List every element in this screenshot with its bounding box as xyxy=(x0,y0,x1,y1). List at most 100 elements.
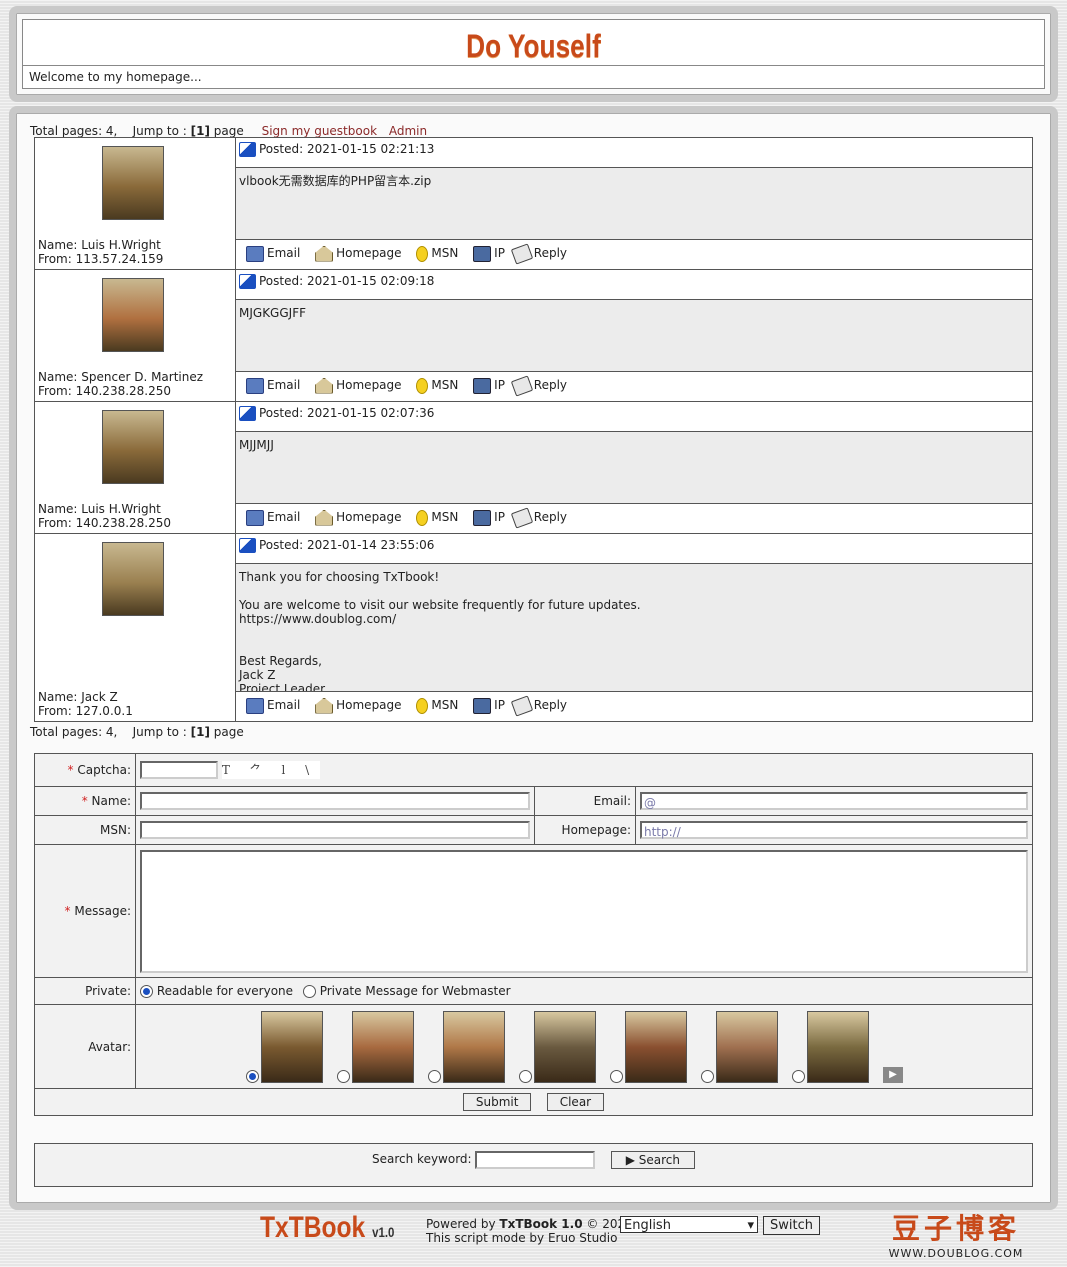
post-message: Thank you for choosing TxTbook! You are w… xyxy=(236,564,1032,691)
admin-link[interactable]: Admin xyxy=(389,124,427,138)
post-message: vlbook无需数据库的PHP留言本.zip xyxy=(236,168,1032,239)
footer: TxTBook v1.0 Powered by TxTBook 1.0 © 20… xyxy=(0,1205,1067,1265)
homepage-link[interactable]: Homepage xyxy=(315,504,402,530)
reply-icon xyxy=(510,374,533,397)
message-line xyxy=(239,640,1029,654)
email-icon xyxy=(246,377,264,394)
homepage-link[interactable]: Homepage xyxy=(315,692,402,718)
post-user-cell: Name: Spencer D. Martinez From: 140.238.… xyxy=(34,269,236,402)
reply-link[interactable]: Reply xyxy=(510,692,567,718)
avatar-choice-image[interactable] xyxy=(625,1010,687,1083)
private-webmaster-radio[interactable] xyxy=(302,985,316,998)
avatar-option[interactable] xyxy=(610,1010,687,1083)
clear-button[interactable]: Clear xyxy=(546,1093,605,1111)
msn-link[interactable]: MSN xyxy=(416,372,458,398)
name-input[interactable] xyxy=(140,792,530,810)
language-select[interactable]: English ▾ xyxy=(620,1216,758,1233)
post-actions: Email Homepage MSN IP Reply xyxy=(236,239,1032,269)
reply-link[interactable]: Reply xyxy=(510,372,567,398)
avatar-choice-image[interactable] xyxy=(352,1010,414,1083)
email-link[interactable]: Email xyxy=(246,692,300,718)
reply-link[interactable]: Reply xyxy=(510,240,567,266)
avatar-radio[interactable] xyxy=(246,1069,259,1083)
search-input[interactable] xyxy=(475,1150,596,1169)
post-user-cell: Name: Jack Z From: 127.0.0.1 xyxy=(34,533,236,722)
post-content-cell: Posted: 2021-01-15 02:09:18 MJGKGGJFF Em… xyxy=(235,269,1033,402)
avatar-radio[interactable] xyxy=(792,1069,805,1083)
avatar-option[interactable] xyxy=(428,1010,505,1083)
post-actions: Email Homepage MSN IP Reply xyxy=(236,371,1032,401)
email-label: Email: xyxy=(534,786,636,816)
post-actions: Email Homepage MSN IP Reply xyxy=(236,691,1032,721)
ip-link[interactable]: IP xyxy=(473,692,505,718)
email-link[interactable]: Email xyxy=(246,504,300,530)
avatar-radio[interactable] xyxy=(701,1069,714,1083)
msn-label: MSN: xyxy=(34,815,136,845)
avatar-option[interactable] xyxy=(519,1010,596,1083)
captcha-input[interactable] xyxy=(140,761,218,779)
current-page-link[interactable]: [1] xyxy=(191,124,210,138)
avatar-choice-image[interactable] xyxy=(261,1010,323,1083)
msn-link[interactable]: MSN xyxy=(416,504,458,530)
bulb-icon xyxy=(416,509,429,526)
post-user-cell: Name: Luis H.Wright From: 140.238.28.250 xyxy=(34,401,236,534)
homepage-link[interactable]: Homepage xyxy=(315,240,402,266)
current-page-link[interactable]: [1] xyxy=(191,725,210,739)
msn-link[interactable]: MSN xyxy=(416,240,458,266)
ip-link[interactable]: IP xyxy=(473,240,505,266)
user-from: From: 140.238.28.250 xyxy=(38,384,172,398)
switch-button[interactable]: Switch xyxy=(763,1216,820,1235)
reply-icon xyxy=(510,506,533,529)
email-input[interactable]: @ xyxy=(640,792,1028,810)
ip-link[interactable]: IP xyxy=(473,504,505,530)
ip-link[interactable]: IP xyxy=(473,372,505,398)
user-avatar xyxy=(102,278,164,352)
user-from: From: 113.57.24.159 xyxy=(38,252,164,266)
message-line: Best Regards, xyxy=(239,654,322,668)
welcome-text: Welcome to my homepage... xyxy=(23,65,1044,88)
homepage-link[interactable]: Homepage xyxy=(315,372,402,398)
avatar-option[interactable] xyxy=(246,1010,323,1083)
avatar-radio[interactable] xyxy=(610,1069,623,1083)
posts-table: Name: Luis H.Wright From: 113.57.24.159 … xyxy=(34,137,1033,722)
email-link[interactable]: Email xyxy=(246,372,300,398)
message-textarea[interactable] xyxy=(140,849,1028,973)
reply-link[interactable]: Reply xyxy=(510,504,567,530)
avatar-choice-image[interactable] xyxy=(716,1010,778,1083)
avatar-choice-image[interactable] xyxy=(443,1010,505,1083)
avatar-label: Avatar: xyxy=(34,1004,136,1089)
header-box: Do Youself Welcome to my homepage... xyxy=(22,19,1045,89)
captcha-label-cell: * Captcha: xyxy=(34,753,136,787)
email-link[interactable]: Email xyxy=(246,240,300,266)
post-header: Posted: 2021-01-15 02:09:18 xyxy=(236,270,1032,300)
avatar-option[interactable] xyxy=(701,1010,778,1083)
msn-input[interactable] xyxy=(140,821,530,839)
post-icon xyxy=(239,538,256,553)
bulb-icon xyxy=(416,697,429,714)
private-public-radio[interactable] xyxy=(140,985,153,998)
message-line: Jack Z xyxy=(239,668,276,682)
main-frame: Total pages: 4, Jump to : [1] page Sign … xyxy=(9,106,1058,1210)
post-date: Posted: 2021-01-15 02:09:18 xyxy=(259,274,435,288)
avatar-picker: ▶ xyxy=(135,1004,1033,1089)
avatar-radio[interactable] xyxy=(337,1069,350,1083)
search-button[interactable]: ▶ Search xyxy=(610,1150,695,1169)
submit-button[interactable]: Submit xyxy=(462,1093,532,1111)
avatar-option[interactable] xyxy=(337,1010,414,1083)
captcha-image[interactable]: T ⺈ l \ xyxy=(221,761,320,779)
post-date: Posted: 2021-01-15 02:21:13 xyxy=(259,142,435,156)
message-line: You are welcome to visit our website fre… xyxy=(239,598,641,612)
jump-to-label: Jump to : xyxy=(132,124,187,138)
homepage-input[interactable]: http:// xyxy=(640,821,1028,839)
avatar-radio[interactable] xyxy=(428,1069,441,1083)
avatar-choice-image[interactable] xyxy=(534,1010,596,1083)
avatar-choice-image[interactable] xyxy=(807,1010,869,1083)
avatar-option[interactable] xyxy=(792,1010,869,1083)
user-from: From: 127.0.0.1 xyxy=(38,704,133,718)
avatar-radio[interactable] xyxy=(519,1069,532,1083)
more-avatars-button[interactable]: ▶ xyxy=(883,1066,903,1083)
sign-guestbook-link[interactable]: Sign my guestbook xyxy=(262,124,377,138)
header-frame: Do Youself Welcome to my homepage... xyxy=(9,6,1058,102)
search-box: Search keyword: ▶ Search xyxy=(34,1143,1033,1187)
msn-link[interactable]: MSN xyxy=(416,692,458,718)
